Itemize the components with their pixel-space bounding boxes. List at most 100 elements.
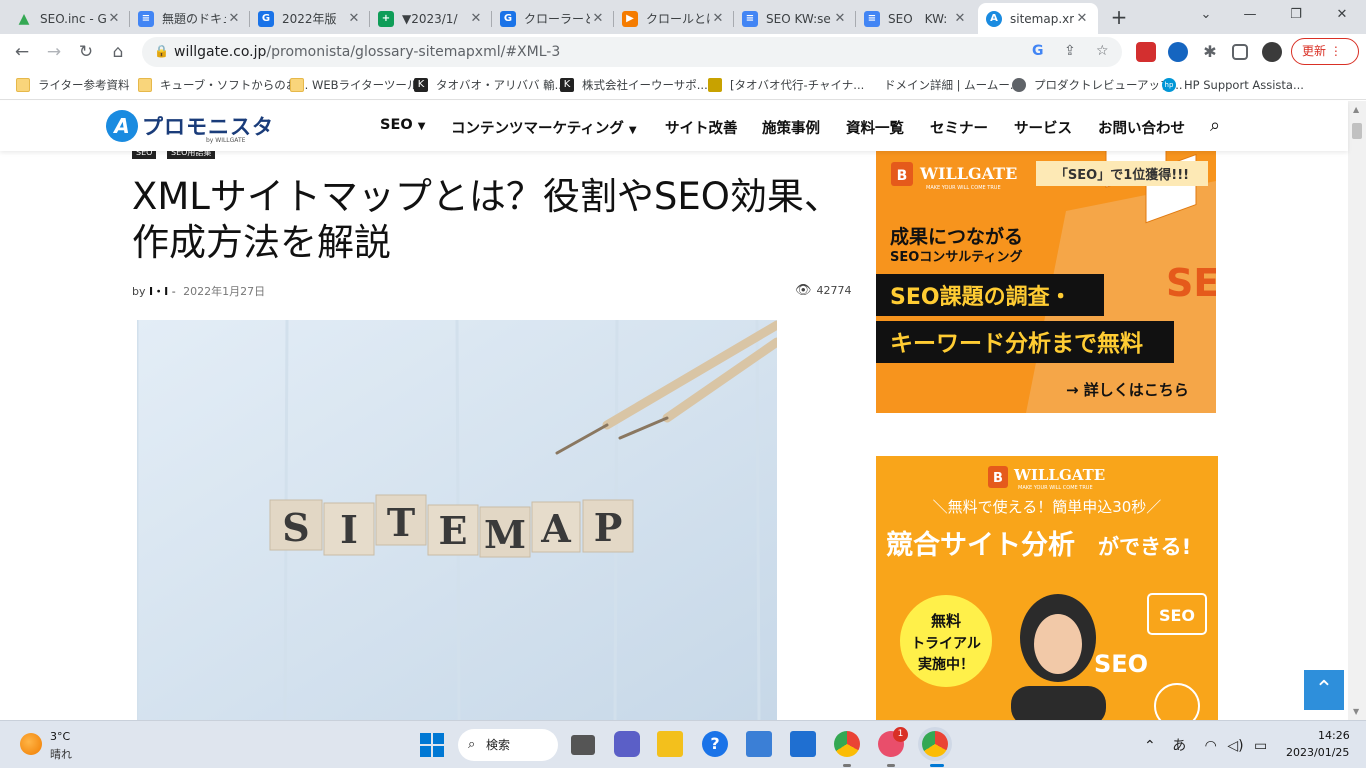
- nav-item-case-studies[interactable]: 施策事例: [762, 117, 820, 138]
- docs-icon: ≡: [864, 10, 880, 27]
- update-button[interactable]: 更新 ⋮: [1291, 38, 1359, 65]
- lock-icon[interactable]: 🔒: [154, 44, 169, 58]
- home-button[interactable]: ⌂: [106, 40, 130, 64]
- tab-seo-inc[interactable]: ▲ SEO.inc - G ✕: [8, 3, 130, 34]
- google-lens-icon[interactable]: G: [1032, 43, 1044, 59]
- new-tab-button[interactable]: +: [1108, 6, 1130, 28]
- minimize-button[interactable]: —: [1228, 0, 1272, 30]
- tab-title: SEO KW:se: [766, 11, 831, 26]
- nav-item-contact[interactable]: お問い合わせ: [1098, 117, 1185, 138]
- tab-sitemap-active[interactable]: A sitemap.xml ✕: [978, 3, 1098, 34]
- bookmark-item[interactable]: WEBライターツール: [290, 76, 418, 94]
- competitor-analysis-ad[interactable]: B WILLGATE MAKE YOUR WILL COME TRUE ＼無料で…: [876, 456, 1218, 720]
- forward-button[interactable]: →: [42, 40, 66, 64]
- windows-start-icon[interactable]: [420, 733, 444, 757]
- close-icon[interactable]: ✕: [346, 11, 362, 26]
- clock-date[interactable]: 2023/01/25: [1286, 746, 1349, 759]
- address-bar[interactable]: 🔒 willgate.co.jp/promonista/glossary-sit…: [142, 37, 1122, 67]
- page-scrollbar[interactable]: ▲ ▼: [1348, 101, 1366, 720]
- close-icon[interactable]: ✕: [226, 11, 242, 26]
- chrome-icon[interactable]: [834, 731, 860, 757]
- bookmark-item[interactable]: プロダクトレビューアップ...: [1012, 76, 1183, 94]
- reload-button[interactable]: ↻: [74, 40, 98, 64]
- weather-sun-icon[interactable]: [20, 733, 42, 755]
- scroll-up-arrow-icon[interactable]: ▲: [1353, 105, 1359, 114]
- mail-icon[interactable]: [790, 731, 816, 757]
- close-icon[interactable]: ✕: [832, 11, 848, 26]
- close-icon[interactable]: ✕: [468, 11, 484, 26]
- site-logo[interactable]: A プロモニスタ by WILLGATE: [106, 109, 274, 144]
- scroll-to-top-button[interactable]: ⌃: [1304, 670, 1344, 710]
- nav-item-seminar[interactable]: セミナー: [930, 117, 988, 138]
- back-button[interactable]: ←: [10, 40, 34, 64]
- tab-search-chevron-icon[interactable]: ⌄: [1184, 0, 1228, 30]
- extensions-puzzle-icon[interactable]: ✱: [1200, 42, 1220, 62]
- bookmark-item[interactable]: K 株式会社イーウーサポ...: [560, 76, 708, 94]
- share-icon[interactable]: ⇪: [1064, 43, 1076, 59]
- chevron-up-icon[interactable]: ⌃: [1144, 738, 1156, 754]
- scroll-down-arrow-icon[interactable]: ▼: [1353, 707, 1359, 716]
- chrome-profile-icon[interactable]: [922, 731, 948, 757]
- tab-seo-kw-1[interactable]: ≡ SEO KW:se ✕: [734, 3, 856, 34]
- bookmark-star-icon[interactable]: ☆: [1096, 43, 1109, 59]
- ad1-cta[interactable]: → 詳しくはこちら: [1066, 381, 1189, 399]
- browser-tab-strip: ▲ SEO.inc - G ✕ ≡ 無題のドキュ ✕ G 2022年版 ✕ + …: [0, 0, 1366, 34]
- close-icon[interactable]: ✕: [710, 11, 726, 26]
- close-icon[interactable]: ✕: [590, 11, 606, 26]
- search-icon[interactable]: ⌕: [1210, 115, 1220, 136]
- bookmark-label: ライター参考資料: [38, 78, 130, 92]
- running-indicator: [843, 764, 851, 767]
- logo-byline: by WILLGATE: [206, 137, 246, 144]
- tab-seo-kw-2[interactable]: ≡ SEO KW: ✕: [856, 3, 976, 34]
- file-explorer-icon[interactable]: [657, 731, 683, 757]
- wifi-icon[interactable]: ◠: [1205, 738, 1217, 754]
- nav-item-content-marketing[interactable]: コンテンツマーケティング ▼: [451, 117, 637, 138]
- close-icon[interactable]: ✕: [106, 11, 122, 26]
- tab-untitled-doc[interactable]: ≡ 無題のドキュ ✕: [130, 3, 250, 34]
- microsoft-store-icon[interactable]: [746, 731, 772, 757]
- nav-item-seo[interactable]: SEO ▼: [380, 117, 425, 133]
- author-name[interactable]: I・I: [149, 285, 168, 298]
- svg-text:B: B: [993, 471, 1003, 486]
- extension-icon[interactable]: [1168, 42, 1188, 62]
- seo-consulting-ad[interactable]: SEO B WILLGATE MAKE YOUR WILL COME TRUE …: [876, 151, 1216, 413]
- side-panel-icon[interactable]: [1232, 44, 1248, 60]
- tab-sheet-2023[interactable]: + ▼2023/1/ ✕: [370, 3, 492, 34]
- ad2-brand: WILLGATE: [1013, 466, 1105, 484]
- nav-item-site-improvement[interactable]: サイト改善: [665, 117, 738, 138]
- maximize-button[interactable]: ❐: [1274, 0, 1318, 30]
- battery-icon[interactable]: ▭: [1254, 738, 1267, 754]
- nav-item-documents[interactable]: 資料一覧: [846, 117, 904, 138]
- tab-crawler[interactable]: G クローラーとは ✕: [492, 3, 614, 34]
- volume-icon[interactable]: ◁): [1227, 738, 1243, 754]
- bookmark-item[interactable]: [タオバオ代行-チャイナ...: [708, 76, 864, 94]
- trial-line3: 実施中！: [918, 656, 974, 673]
- help-icon[interactable]: ?: [702, 731, 728, 757]
- tab-crawl[interactable]: ▶ クロールとは ✕: [614, 3, 734, 34]
- close-icon[interactable]: ✕: [1074, 11, 1090, 26]
- scrollbar-thumb[interactable]: [1352, 123, 1362, 139]
- bookmark-item[interactable]: K タオバオ・アリババ 輸...: [414, 76, 566, 94]
- ime-indicator[interactable]: あ: [1172, 738, 1186, 754]
- close-window-button[interactable]: ✕: [1320, 0, 1364, 30]
- sheets-icon: +: [378, 10, 394, 27]
- profile-avatar[interactable]: [1262, 42, 1282, 62]
- bookmark-item[interactable]: ライター参考資料: [16, 76, 130, 94]
- bookmark-item[interactable]: hp HP Support Assista...: [1162, 76, 1304, 94]
- weather-description[interactable]: 晴れ: [50, 746, 72, 762]
- close-icon[interactable]: ✕: [952, 11, 968, 26]
- promonista-icon: A: [986, 10, 1002, 27]
- bookmark-item[interactable]: ドメイン詳細 | ムームー...: [862, 76, 1021, 94]
- nav-item-services[interactable]: サービス: [1014, 117, 1072, 138]
- clock-time[interactable]: 14:26: [1318, 729, 1350, 742]
- bookmark-item[interactable]: キューブ・ソフトからのお...: [138, 76, 308, 94]
- task-view-icon[interactable]: [571, 735, 595, 755]
- system-tray: ⌃ あ ◠ ◁) ▭: [1144, 735, 1267, 755]
- g-logo-icon: G: [500, 10, 516, 27]
- teams-chat-icon[interactable]: [614, 731, 640, 757]
- taskbar-search-box[interactable]: ⌕ 検索: [458, 729, 558, 761]
- tab-2022[interactable]: G 2022年版 ✕: [250, 3, 370, 34]
- promonista-logo-icon: A: [106, 110, 138, 142]
- weather-temperature[interactable]: 3°C: [50, 730, 70, 743]
- extension-off-icon[interactable]: [1136, 42, 1156, 62]
